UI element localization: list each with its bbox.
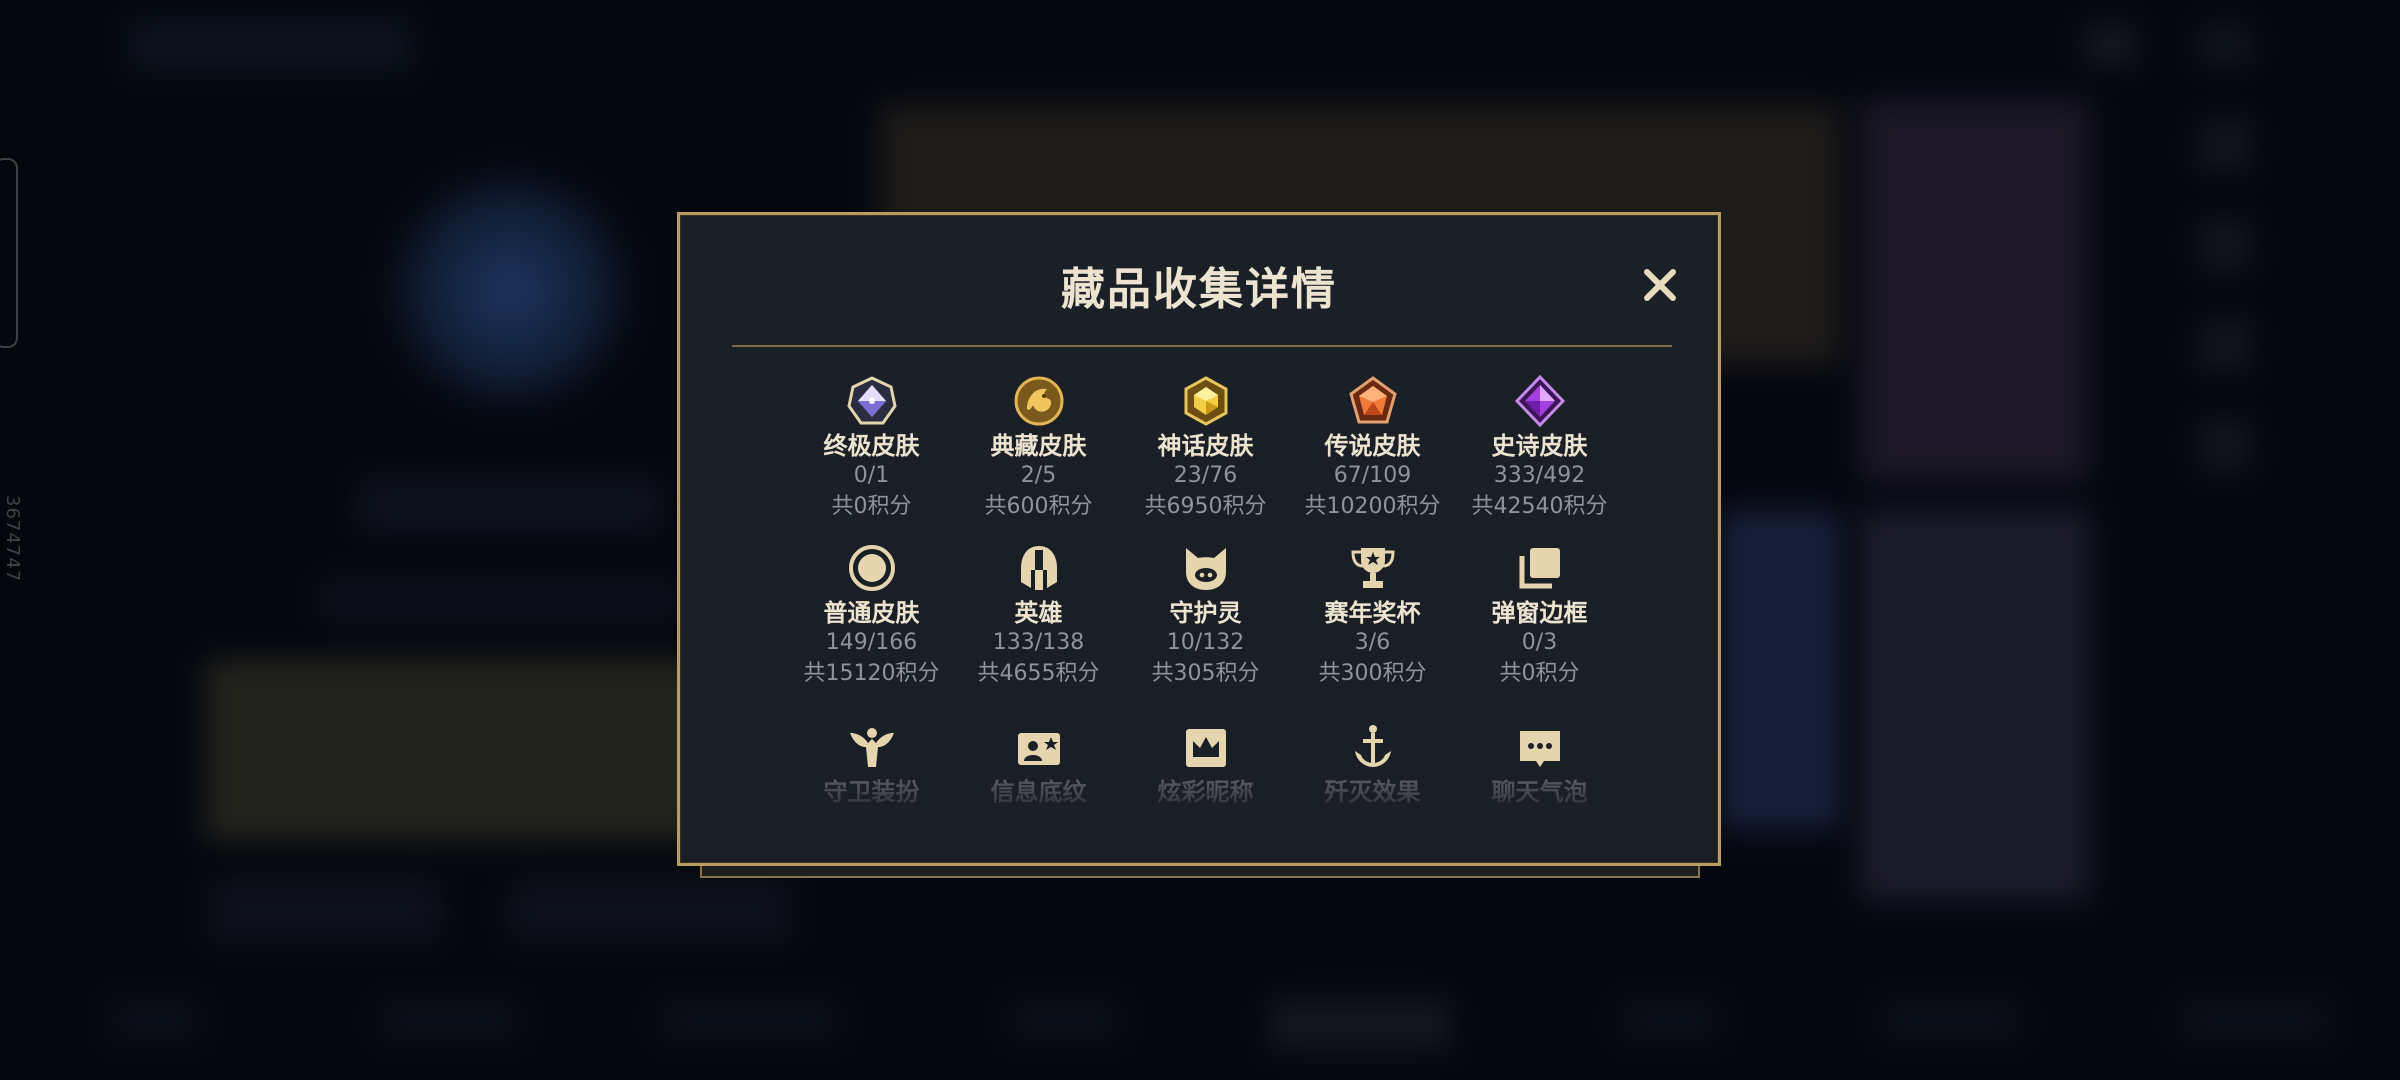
ultimate-skin-gem-icon bbox=[846, 375, 898, 427]
collection-item-prestige-skin[interactable]: 典藏皮肤 2/5 共600积分 bbox=[955, 375, 1122, 529]
collection-item-ultimate-skin[interactable]: 终极皮肤 0/1 共0积分 bbox=[788, 375, 955, 529]
item-label: 普通皮肤 bbox=[823, 599, 920, 627]
item-label: 赛年奖杯 bbox=[1324, 599, 1421, 627]
side-drawer-tab[interactable] bbox=[0, 158, 18, 348]
item-count: 333/492 bbox=[1493, 463, 1586, 488]
popup-frame-icon bbox=[1514, 542, 1566, 594]
item-count: 133/138 bbox=[992, 630, 1085, 655]
close-button[interactable] bbox=[1635, 260, 1685, 310]
item-count: 0/3 bbox=[1521, 630, 1558, 655]
collection-item-standard-skin[interactable]: 普通皮肤 149/166 共15120积分 bbox=[788, 542, 955, 696]
trophy-icon bbox=[1347, 542, 1399, 594]
item-label: 史诗皮肤 bbox=[1491, 432, 1588, 460]
finisher-effect-icon bbox=[1347, 721, 1399, 773]
modal-title: 藏品收集详情 bbox=[1061, 264, 1337, 315]
collection-item-finisher[interactable]: 歼灭效果 bbox=[1289, 721, 1456, 817]
collection-item-chat-bubble[interactable]: 聊天气泡 bbox=[1456, 721, 1623, 817]
collection-item-popup-frame[interactable]: 弹窗边框 0/3 共0积分 bbox=[1456, 542, 1623, 696]
item-count: 3/6 bbox=[1354, 630, 1391, 655]
item-label: 传说皮肤 bbox=[1324, 432, 1421, 460]
item-label: 守护灵 bbox=[1169, 599, 1242, 627]
item-label: 歼灭效果 bbox=[1324, 778, 1421, 806]
item-points: 共42540积分 bbox=[1471, 494, 1608, 519]
collection-item-nickname[interactable]: 炫彩昵称 bbox=[1122, 721, 1289, 817]
modal-base-plate bbox=[700, 866, 1700, 878]
companion-face-icon bbox=[1180, 542, 1232, 594]
item-count: 10/132 bbox=[1166, 630, 1245, 655]
item-label: 典藏皮肤 bbox=[990, 432, 1087, 460]
item-points: 共305积分 bbox=[1151, 661, 1260, 686]
item-label: 守卫装扮 bbox=[823, 778, 920, 806]
chat-bubble-icon bbox=[1514, 721, 1566, 773]
item-points: 共600积分 bbox=[984, 494, 1093, 519]
item-points: 共6950积分 bbox=[1144, 494, 1267, 519]
collection-grid: 终极皮肤 0/1 共0积分 典藏皮肤 2/5 共600积分 神话皮肤 23/76… bbox=[788, 375, 1623, 696]
collection-item-champion[interactable]: 英雄 133/138 共4655积分 bbox=[955, 542, 1122, 696]
standard-skin-ring-icon bbox=[846, 542, 898, 594]
item-points: 共4655积分 bbox=[977, 661, 1100, 686]
collection-item-epic-skin[interactable]: 史诗皮肤 333/492 共42540积分 bbox=[1456, 375, 1623, 529]
item-label: 神话皮肤 bbox=[1157, 432, 1254, 460]
item-count: 23/76 bbox=[1173, 463, 1238, 488]
collection-grid-row-3: 守卫装扮 信息底纹 炫彩昵称 歼灭效果 聊天气泡 bbox=[788, 721, 1623, 817]
collection-item-mythic-skin[interactable]: 神话皮肤 23/76 共6950积分 bbox=[1122, 375, 1289, 529]
item-count: 149/166 bbox=[825, 630, 918, 655]
collection-item-trophy[interactable]: 赛年奖杯 3/6 共300积分 bbox=[1289, 542, 1456, 696]
item-label: 炫彩昵称 bbox=[1157, 778, 1254, 806]
item-label: 信息底纹 bbox=[990, 778, 1087, 806]
ward-skin-icon bbox=[846, 721, 898, 773]
collection-item-companion[interactable]: 守护灵 10/132 共305积分 bbox=[1122, 542, 1289, 696]
item-count: 67/109 bbox=[1333, 463, 1412, 488]
item-count: 0/1 bbox=[853, 463, 890, 488]
collection-item-legendary-skin[interactable]: 传说皮肤 67/109 共10200积分 bbox=[1289, 375, 1456, 529]
item-points: 共0积分 bbox=[1499, 661, 1580, 686]
item-points: 共0积分 bbox=[831, 494, 912, 519]
item-points: 共10200积分 bbox=[1304, 494, 1441, 519]
item-label: 弹窗边框 bbox=[1491, 599, 1588, 627]
collection-details-modal: 藏品收集详情 终极皮肤 0/1 共0积分 典藏皮肤 2/5 共600积分 神话皮… bbox=[677, 212, 1721, 866]
collection-item-ward-skin[interactable]: 守卫装扮 bbox=[788, 721, 955, 817]
item-label: 英雄 bbox=[1014, 599, 1063, 627]
item-points: 共15120积分 bbox=[803, 661, 940, 686]
title-divider bbox=[732, 345, 1672, 347]
item-points: 共300积分 bbox=[1318, 661, 1427, 686]
collection-item-profile-banner[interactable]: 信息底纹 bbox=[955, 721, 1122, 817]
profile-banner-icon bbox=[1013, 721, 1065, 773]
side-id-text: 3674747 bbox=[2, 495, 23, 583]
item-label: 聊天气泡 bbox=[1491, 778, 1588, 806]
legendary-skin-gem-icon bbox=[1347, 375, 1399, 427]
nickname-crown-icon bbox=[1180, 721, 1232, 773]
item-count: 2/5 bbox=[1020, 463, 1057, 488]
close-icon bbox=[1644, 269, 1676, 301]
champion-helmet-icon bbox=[1013, 542, 1065, 594]
prestige-skin-dragon-icon bbox=[1013, 375, 1065, 427]
item-label: 终极皮肤 bbox=[823, 432, 920, 460]
epic-skin-gem-icon bbox=[1514, 375, 1566, 427]
mythic-skin-gem-icon bbox=[1180, 375, 1232, 427]
